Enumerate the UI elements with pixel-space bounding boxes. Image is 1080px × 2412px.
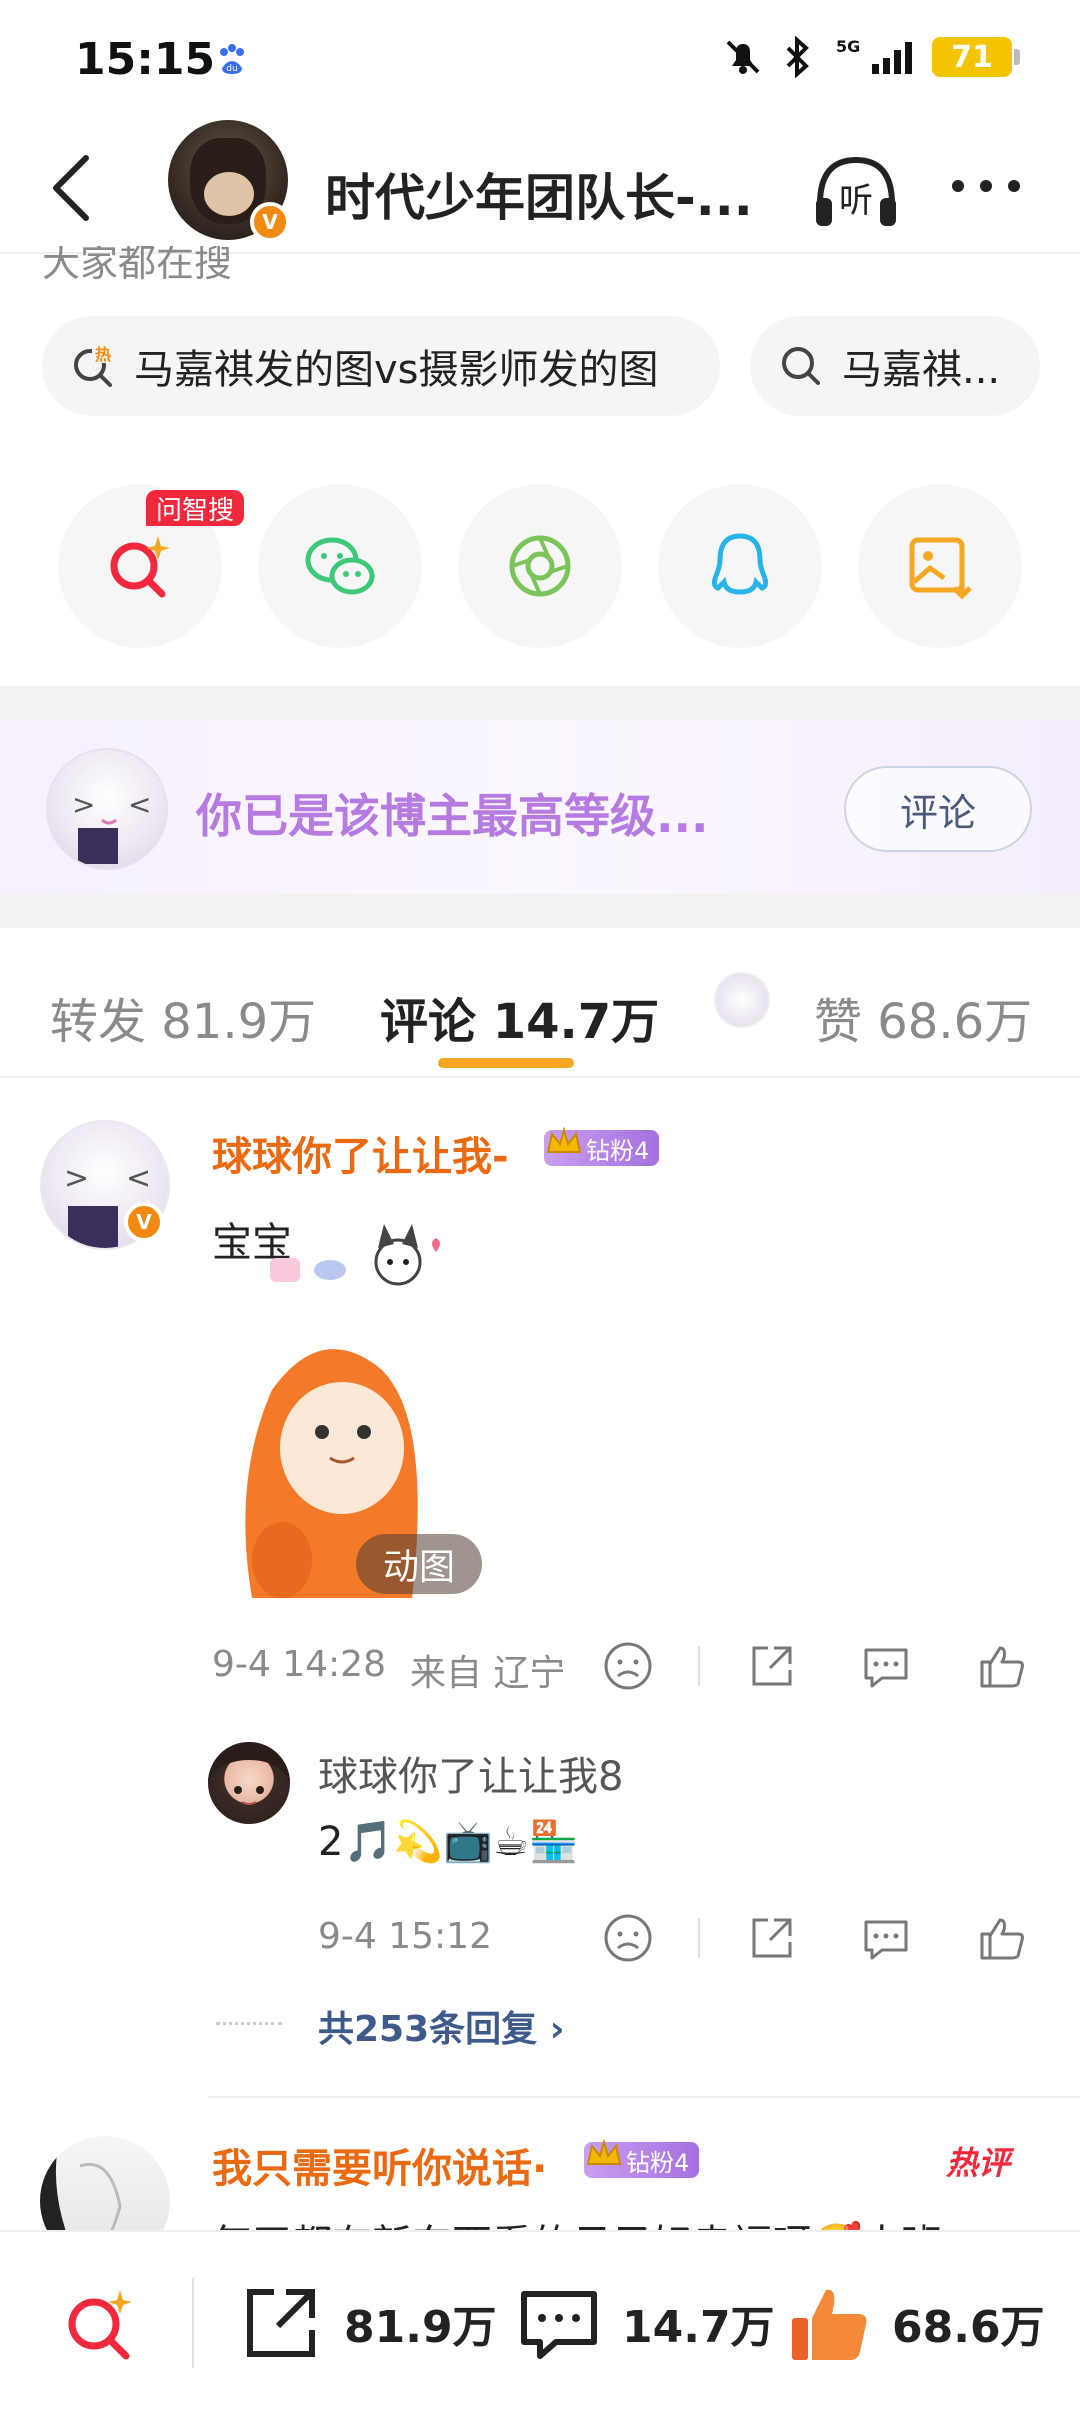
dislike-face-icon[interactable] [602,1640,654,1692]
kuromi-sticker-icon [270,1224,440,1286]
wechat-icon [305,537,375,595]
reply-text: 2🎵💫📺☕🏪 [318,1819,579,1865]
chevron-right-icon: › [549,2009,565,2050]
reply-icon[interactable] [860,1912,912,1964]
fan-level-badge: 钻粉4 [584,2138,700,2178]
battery-indicator: 71 [932,37,1020,77]
verified-badge: V [250,202,290,242]
search-chip-1[interactable]: 热 马嘉祺发的图vs摄影师发的图 [42,316,720,416]
page-title[interactable]: 时代少年团队长-... [325,158,755,230]
svg-text:>: > [72,788,95,821]
liked-thumb-icon [792,2289,867,2360]
comment-2-username[interactable]: 我只需要听你说话· [212,2136,547,2194]
forward-count: 81.9万 [344,2302,497,2353]
search-chip-2[interactable]: 马嘉祺... [750,316,1040,416]
save-image-icon [909,537,972,600]
more-options-icon[interactable] [946,166,1026,206]
dislike-face-icon[interactable] [602,1912,654,1964]
share-moments-button[interactable] [458,484,622,648]
moments-icon [509,535,571,597]
svg-text:热: 热 [95,345,111,364]
like-count: 68.6万 [892,2302,1045,2353]
interaction-tabs: 转发 81.9万 评论 14.7万 赞 68.6万 [0,928,1080,1078]
headphones-listen-icon[interactable]: 听 [808,144,904,240]
fan-level-badge: 钻粉4 [544,1126,660,1166]
banner-text: 你已是该博主最高等级... [196,789,709,843]
svg-text:>: > [64,1161,89,1196]
search-chip-1-text: 马嘉祺发的图vs摄影师发的图 [134,347,659,393]
bottom-action-bar: 81.9万 14.7万 68.6万 [0,2230,1080,2412]
gif-label: 动图 [356,1534,482,1594]
svg-text:<: < [126,1161,151,1196]
author-avatar[interactable]: V [168,120,290,242]
comment-location: 来自 辽宁 [410,1653,566,1694]
active-tab-indicator [438,1058,574,1068]
like-icon[interactable] [976,1640,1028,1692]
qq-icon [711,533,769,595]
comment-timestamp: 9-4 14:28 [212,1644,386,1685]
replies-dots [216,2022,282,2025]
fan-level-text: 钻粉4 [586,1136,650,1165]
hot-comment-tag: 热评 [946,2144,1011,2182]
view-more-replies-link[interactable]: 共253条回复 › [318,2000,565,2052]
tab-like[interactable]: 赞 68.6万 [814,982,1032,1052]
share-wechat-button[interactable] [258,484,422,648]
save-image-button[interactable] [858,484,1022,648]
tab-forward[interactable]: 转发 81.9万 [50,982,316,1052]
signal-icon: 5G [836,37,912,74]
baidu-paw-icon: du [220,44,244,74]
bottom-like-button[interactable]: 68.6万 [786,2278,1045,2368]
mute-bell-icon [726,40,760,74]
reply-username[interactable]: 球球你了让让我8 [318,1744,623,1802]
like-icon[interactable] [976,1912,1028,1964]
reply-icon[interactable] [860,1640,912,1692]
status-bar: 15:15 du 5G 71 [0,0,1080,120]
crown-icon [546,1126,582,1153]
share-qq-button[interactable] [658,484,822,648]
comment-separator [208,2096,1080,2098]
bluetooth-icon [786,36,809,78]
section-divider [0,686,1080,720]
bottom-forward-button[interactable]: 81.9万 [238,2278,497,2368]
ai-search-icon[interactable] [56,2280,144,2368]
share-icon[interactable] [746,1912,798,1964]
weibo-header: 时代少年团队长-... 听 [0,120,1080,254]
search-icon [782,347,820,385]
liker-avatar [714,972,770,1028]
reply-timestamp: 9-4 15:12 [318,1916,492,1957]
svg-text:du: du [226,64,237,74]
section-divider [0,894,1080,928]
forward-icon [247,2289,315,2357]
banner-avatar: > < [46,748,168,870]
search-chip-2-text: 马嘉祺... [842,347,1001,393]
svg-text:<: < [128,788,151,821]
comment-icon [521,2291,597,2359]
svg-text:5G: 5G [836,37,860,56]
tab-comment[interactable]: 评论 14.7万 [380,982,659,1052]
trending-search-label: 大家都在搜 [42,246,233,285]
more-replies-label: 共253条回复 [318,2009,538,2050]
banner-comment-button[interactable]: 评论 [844,766,1032,852]
commenter-verified-badge: V [124,1202,164,1242]
fan-level-banner: > < 你已是该博主最高等级... 评论 [0,720,1080,894]
ai-search-icon [110,536,170,598]
hot-search-icon: 热 [74,343,114,387]
share-icon[interactable] [746,1640,798,1692]
comment-count: 14.7万 [622,2302,775,2353]
ai-search-tag: 问智搜 [146,490,245,526]
crown-icon [586,2138,622,2165]
back-arrow-icon[interactable] [42,148,102,228]
action-divider [698,1918,700,1958]
listen-label: 听 [839,181,873,221]
reply-avatar[interactable] [208,1742,290,1824]
action-divider [698,1646,700,1686]
fan-level-text: 钻粉4 [626,2148,690,2177]
bottom-divider [192,2278,194,2368]
bottom-comment-button[interactable]: 14.7万 [516,2278,775,2368]
status-icons: 5G 71 [722,36,1020,78]
comment-username[interactable]: 球球你了让让我- [212,1124,509,1182]
status-time: 15:15 [75,34,216,85]
